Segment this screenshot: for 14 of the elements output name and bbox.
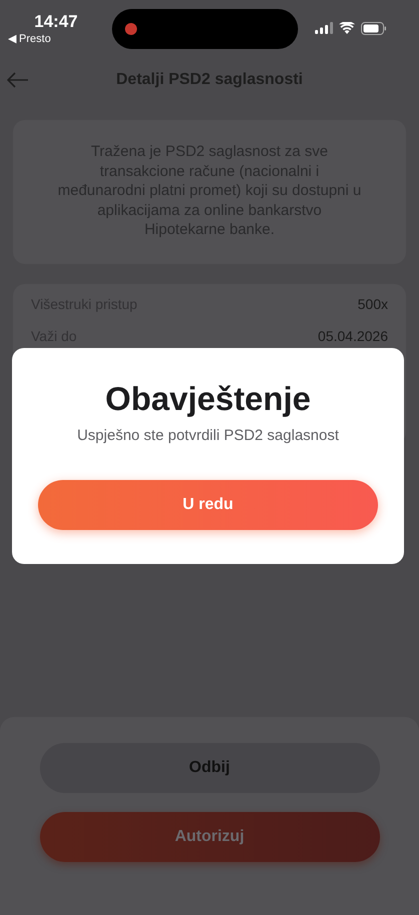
dialog-message: Uspješno ste potvrdili PSD2 saglasnost [77,427,339,444]
status-time: 14:47 [34,12,78,32]
back-to-app-link[interactable]: ◀ Presto [8,32,51,44]
detail-value: 05.04.2026 [318,328,388,344]
ok-button[interactable]: U redu [38,480,378,530]
authorize-button[interactable]: Autorizuj [40,812,380,862]
decline-button[interactable]: Odbij [40,743,380,793]
detail-value: 500x [358,296,388,312]
dialog-title: Obavještenje [105,380,311,418]
wifi-icon [339,22,355,34]
back-arrow-icon[interactable] [7,72,29,88]
signal-icon [315,22,333,34]
recording-dot-icon [125,23,137,35]
battery-icon [361,22,387,34]
